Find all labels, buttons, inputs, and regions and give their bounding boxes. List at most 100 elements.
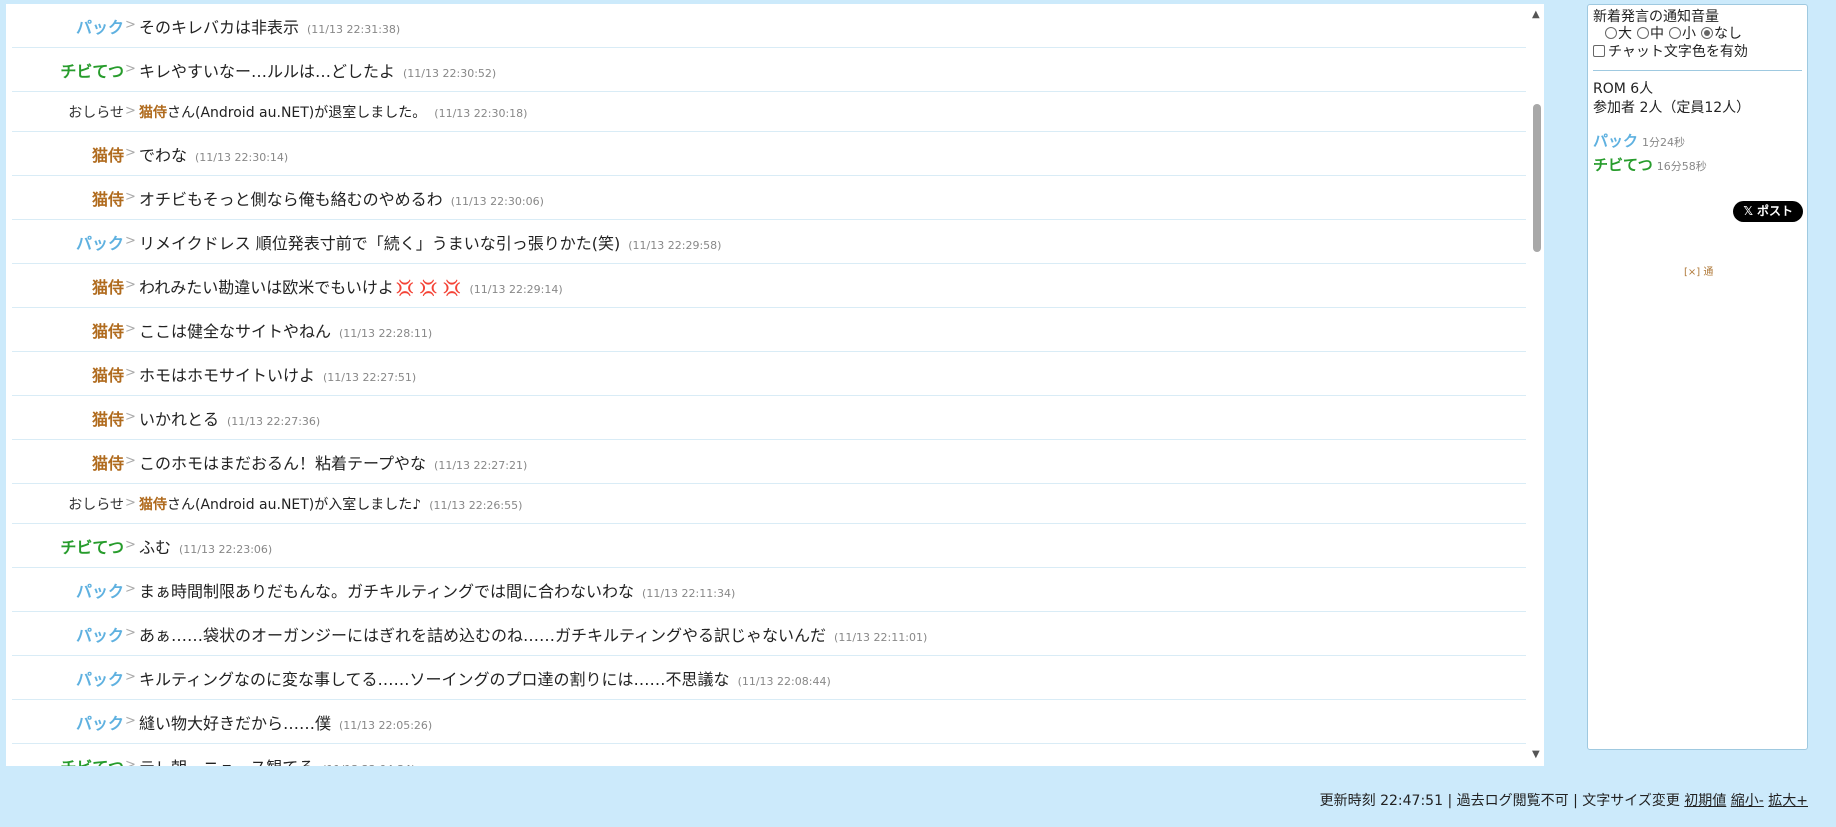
- speaker-name[interactable]: 猫侍: [92, 362, 124, 386]
- volume-radio[interactable]: [1701, 27, 1713, 39]
- speaker-separator: >: [125, 580, 136, 596]
- volume-option[interactable]: 大: [1605, 26, 1632, 42]
- font-default-link[interactable]: 初期値: [1684, 793, 1726, 809]
- message-timestamp: (11/13 22:28:11): [339, 326, 433, 340]
- message-timestamp: (11/13 22:26:55): [429, 498, 523, 512]
- panel-divider: [1593, 70, 1802, 71]
- speaker-separator: >: [125, 452, 136, 468]
- speaker-name[interactable]: パック: [76, 622, 124, 646]
- speaker-name[interactable]: 猫侍: [92, 406, 124, 430]
- speaker-name[interactable]: パック: [76, 710, 124, 734]
- volume-radio[interactable]: [1637, 27, 1649, 39]
- log-status: 過去ログ閲覧不可: [1456, 793, 1569, 809]
- speaker-name[interactable]: チビてつ: [60, 754, 124, 767]
- chat-scrollbar[interactable]: ▲ ▼: [1530, 4, 1544, 766]
- speaker-name[interactable]: チビてつ: [60, 58, 124, 82]
- message-body: そのキレバカは非表示: [139, 17, 300, 37]
- volume-option[interactable]: 小: [1669, 26, 1696, 42]
- footer-bar: 更新時刻 22:47:51 | 過去ログ閲覧不可 | 文字サイズ変更 初期値 縮…: [1320, 790, 1808, 810]
- message-row: 猫侍 > オチビもそっと側なら俺も絡むのやめるわ (11/13 22:30:06): [12, 176, 1526, 220]
- message-body: このホモはまだおるん！粘着テープやな: [139, 453, 427, 473]
- message-body: オチビもそっと側なら俺も絡むのやめるわ: [139, 189, 443, 209]
- chat-color-toggle[interactable]: チャット文字色を有効: [1593, 43, 1802, 61]
- speaker-name[interactable]: チビてつ: [60, 534, 124, 558]
- volume-option[interactable]: 中: [1637, 26, 1664, 42]
- speaker-separator: >: [125, 668, 136, 684]
- scroll-up-icon[interactable]: ▲: [1532, 10, 1540, 20]
- ad-close-link[interactable]: [×] 通: [1684, 263, 1713, 278]
- message-timestamp: (11/13 22:05:26): [339, 718, 433, 732]
- message-timestamp: (11/13 22:29:14): [469, 282, 563, 296]
- chat-color-checkbox[interactable]: [1593, 45, 1605, 57]
- font-size-label: 文字サイズ変更: [1582, 793, 1680, 809]
- message-text: オチビもそっと側なら俺も絡むのやめるわ (11/13 22:30:06): [139, 186, 544, 210]
- scroll-thumb[interactable]: [1533, 104, 1541, 252]
- message-text: ここは健全なサイトやねん (11/13 22:28:11): [139, 318, 432, 342]
- message-row: チビてつ>テレ朝、ニュース観てる (11/13 22:04:34): [12, 744, 1526, 766]
- member-name[interactable]: パック: [1593, 132, 1638, 150]
- footer-divider: |: [1443, 793, 1457, 809]
- volume-option-label: 大: [1618, 26, 1632, 42]
- message-body: ホモはホモサイトいけよ: [139, 365, 316, 385]
- speaker-separator: >: [125, 320, 136, 336]
- notice-row: おしらせ > 猫侍さん(Android au.NET)が入室しました♪ (11/13 …: [12, 484, 1526, 524]
- message-row: パック > あぁ……袋状のオーガンジーにはぎれを詰め込むのね……ガチキルティングやる…: [12, 612, 1526, 656]
- member-duration: 1分24秒: [1642, 136, 1686, 149]
- speaker-name[interactable]: 猫侍: [92, 450, 124, 474]
- speaker-name[interactable]: パック: [76, 666, 124, 690]
- speaker-separator: >: [125, 276, 136, 292]
- x-post-button[interactable]: 𝕏 ポスト: [1733, 201, 1803, 222]
- message-row: チビてつ > ふむ (11/13 22:23:06): [12, 524, 1526, 568]
- message-timestamp: (11/13 22:27:36): [227, 414, 321, 428]
- message-body: キレやすいなー…ルルは…どしたよ: [139, 61, 396, 81]
- message-row: 猫侍 > このホモはまだおるん！粘着テープやな (11/13 22:27:21): [12, 440, 1526, 484]
- message-body: まぁ時間制限ありだもんな。ガチキルティングでは間に合わないわな: [139, 581, 635, 601]
- chat-log[interactable]: パック > そのキレバカは非表示 (11/13 22:31:38) チビてつ > キレやすい…: [6, 4, 1526, 766]
- font-larger-link[interactable]: 拡大+: [1768, 793, 1808, 809]
- message-body: ここは健全なサイトやねん: [139, 321, 332, 341]
- side-panel: 新着発言の通知音量 大 中 小 なし チャット文字色を有効 ROM 6人 参加者 2人…: [1587, 4, 1808, 750]
- message-timestamp: (11/13 22:11:01): [834, 630, 928, 644]
- speaker-separator: >: [125, 494, 136, 510]
- speaker-name[interactable]: パック: [76, 230, 124, 254]
- message-timestamp: (11/13 22:04:34): [322, 763, 415, 767]
- volume-option[interactable]: なし: [1701, 26, 1742, 42]
- message-row: パック > キルティングなのに変な事してる……ソーイングのプロ達の割りには……不思議…: [12, 656, 1526, 700]
- message-timestamp: (11/13 22:31:38): [307, 22, 401, 36]
- message-text: 縫い物大好きだから……僕 (11/13 22:05:26): [139, 710, 432, 734]
- message-body: キルティングなのに変な事してる……ソーイングのプロ達の割りには……不思議な: [139, 669, 730, 689]
- footer-divider: |: [1568, 793, 1583, 809]
- member-item[interactable]: パック 1分24秒: [1593, 130, 1802, 154]
- speaker-name[interactable]: パック: [76, 578, 124, 602]
- speaker-separator: >: [125, 536, 136, 552]
- message-body: リメイクドレス 順位発表寸前で「続く」うまいな引っ張りかた(笑): [139, 233, 621, 253]
- speaker-name[interactable]: 猫侍: [92, 318, 124, 342]
- message-text: いかれとる (11/13 22:27:36): [139, 406, 320, 430]
- message-text: われみたい勘違いは欧米でもいけよ 💢 💢 💢 (11/13 22:29:14): [139, 274, 563, 298]
- message-body: さん(Android au.NET)が入室しました♪: [167, 496, 422, 513]
- speaker-separator: >: [125, 188, 136, 204]
- message-timestamp: (11/13 22:30:14): [195, 150, 289, 164]
- message-row: パック > まぁ時間制限ありだもんな。ガチキルティングでは間に合わないわな (11/1…: [12, 568, 1526, 612]
- volume-title: 新着発言の通知音量: [1593, 9, 1719, 25]
- volume-radio[interactable]: [1605, 27, 1617, 39]
- speaker-name[interactable]: 猫侍: [92, 274, 124, 298]
- speaker-name[interactable]: 猫侍: [92, 142, 124, 166]
- message-text: キルティングなのに変な事してる……ソーイングのプロ達の割りには……不思議な (11…: [139, 666, 831, 690]
- message-text: キレやすいなー…ルルは…どしたよ (11/13 22:30:52): [139, 58, 496, 82]
- notice-label: おしらせ: [68, 104, 124, 121]
- font-smaller-link[interactable]: 縮小-: [1731, 793, 1764, 809]
- volume-radio[interactable]: [1669, 27, 1681, 39]
- speaker-separator: >: [125, 60, 136, 76]
- message-text: 猫侍さん(Android au.NET)が入室しました♪ (11/13 22:26…: [139, 494, 522, 514]
- message-timestamp: (11/13 22:08:44): [737, 674, 831, 688]
- scroll-down-icon[interactable]: ▼: [1532, 750, 1540, 760]
- speaker-name[interactable]: 猫侍: [92, 186, 124, 210]
- speaker-name[interactable]: パック: [76, 14, 124, 38]
- chat-color-label: チャット文字色を有効: [1608, 44, 1748, 60]
- message-text: そのキレバカは非表示 (11/13 22:31:38): [139, 14, 400, 38]
- member-name[interactable]: チビてつ: [1593, 156, 1653, 174]
- member-duration: 16分58秒: [1656, 160, 1707, 173]
- x-logo-icon: 𝕏: [1743, 204, 1753, 218]
- member-item[interactable]: チビてつ 16分58秒: [1593, 154, 1802, 178]
